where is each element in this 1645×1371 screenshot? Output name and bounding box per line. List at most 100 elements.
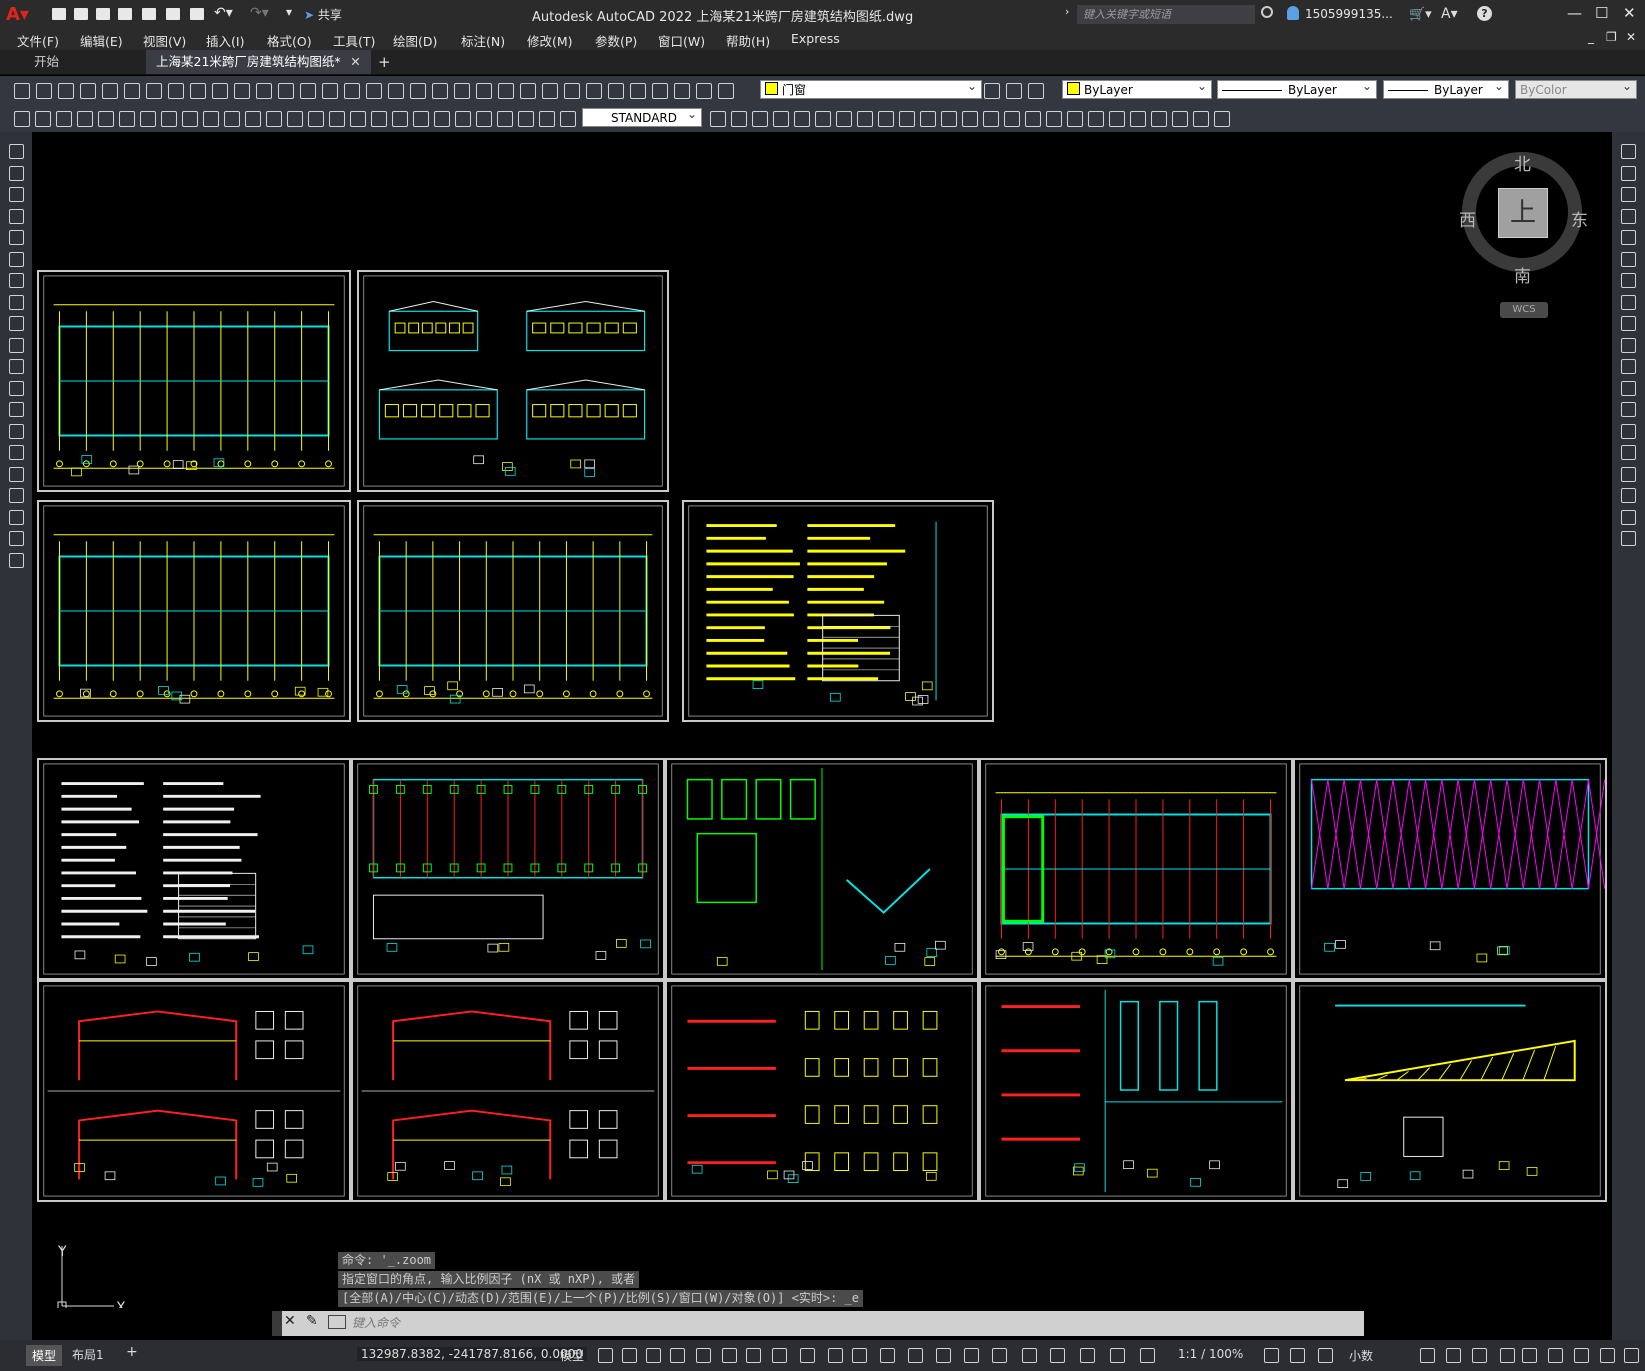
autocad-logo-icon[interactable]: A▾: [6, 4, 29, 25]
standard-tool-icon-2[interactable]: [36, 83, 52, 99]
layer-dropdown[interactable]: 门窗: [760, 77, 982, 99]
standard-tool-icon-31[interactable]: [674, 83, 690, 99]
draw-modify-tool-icon-30[interactable]: [752, 111, 768, 127]
draw-modify-tool-icon-20[interactable]: [413, 111, 429, 127]
standard-tool-icon-10[interactable]: [212, 83, 228, 99]
status-toggle-icon-29[interactable]: [1522, 1348, 1537, 1363]
menu-express[interactable]: Express: [791, 31, 840, 46]
standard-tool-icon-1[interactable]: [14, 83, 30, 99]
menu-file[interactable]: 文件(F): [17, 31, 59, 50]
modify-tool-icon-5[interactable]: [1621, 230, 1636, 245]
modify-tool-icon-14[interactable]: [1621, 423, 1636, 439]
draw-modify-tool-icon-4[interactable]: [77, 111, 93, 127]
save-icon[interactable]: [96, 8, 110, 20]
status-toggle-icon-3[interactable]: [646, 1348, 661, 1363]
modify-tool-icon-2[interactable]: [1621, 165, 1636, 181]
drawing-sheet-frame[interactable]: [979, 758, 1293, 980]
draw-modify-tool-icon-22[interactable]: [455, 111, 471, 127]
status-toggle-icon-5[interactable]: [696, 1348, 711, 1363]
drawing-sheet-detail[interactable]: [665, 758, 979, 980]
viewcube-west[interactable]: 西: [1459, 206, 1476, 231]
search-input[interactable]: 键入关键字或短语: [1077, 5, 1255, 24]
doc-restore-button[interactable]: ❐: [1606, 30, 1617, 44]
modify-tool-icon-7[interactable]: [1621, 273, 1636, 288]
status-toggle-icon-31[interactable]: [1574, 1348, 1589, 1363]
drawing-sheet-plan[interactable]: [37, 270, 351, 492]
draw-modify-tool-icon-12[interactable]: [245, 111, 261, 127]
draw-tool-icon-16[interactable]: [9, 466, 24, 482]
drawing-sheet-plan2[interactable]: [37, 500, 351, 722]
modify-tool-icon-1[interactable]: [1621, 144, 1636, 159]
standard-tool-icon-35[interactable]: [1006, 83, 1022, 99]
draw-modify-tool-icon-10[interactable]: [203, 111, 219, 127]
modify-tool-icon-12[interactable]: [1621, 380, 1636, 396]
model-space-toggle[interactable]: 模型: [560, 1347, 584, 1364]
menu-dimension[interactable]: 标注(N): [461, 31, 505, 50]
modify-tool-icon-15[interactable]: [1621, 445, 1636, 460]
save-as-icon[interactable]: [118, 8, 132, 20]
standard-tool-icon-23[interactable]: [498, 83, 514, 99]
plotstyle-dropdown[interactable]: ByColor: [1515, 77, 1637, 99]
tab-start[interactable]: 开始: [24, 50, 69, 74]
menu-format[interactable]: 格式(O): [267, 31, 312, 50]
draw-modify-tool-icon-2[interactable]: [35, 111, 51, 127]
status-toggle-icon-19[interactable]: [1080, 1348, 1095, 1363]
status-toggle-icon-7[interactable]: [746, 1348, 761, 1363]
draw-modify-tool-icon-52[interactable]: [1214, 111, 1230, 127]
status-toggle-icon-10[interactable]: [828, 1348, 843, 1363]
draw-modify-tool-icon-24[interactable]: [497, 111, 513, 127]
command-grip[interactable]: [272, 1311, 282, 1336]
standard-tool-icon-21[interactable]: [454, 83, 470, 99]
drawing-sheet-notes[interactable]: [682, 500, 994, 722]
standard-tool-icon-3[interactable]: [58, 83, 74, 99]
draw-modify-tool-icon-7[interactable]: [140, 111, 156, 127]
draw-modify-tool-icon-34[interactable]: [836, 111, 852, 127]
modify-tool-icon-16[interactable]: [1621, 466, 1636, 482]
tab-layout1[interactable]: 布局1: [72, 1346, 104, 1363]
draw-modify-tool-icon-36[interactable]: [878, 111, 894, 127]
draw-tool-icon-13[interactable]: [9, 402, 24, 417]
viewcube-east[interactable]: 东: [1571, 206, 1588, 231]
draw-modify-tool-icon-23[interactable]: [476, 111, 492, 127]
draw-tool-icon-7[interactable]: [9, 273, 24, 288]
drawing-sheet-elev[interactable]: [357, 270, 669, 492]
status-toggle-icon-18[interactable]: [1050, 1348, 1065, 1363]
doc-minimize-button[interactable]: _: [1588, 30, 1594, 44]
command-input[interactable]: 键入命令: [352, 1313, 1358, 1333]
draw-modify-tool-icon-6[interactable]: [119, 111, 135, 127]
status-toggle-icon-32[interactable]: [1600, 1348, 1615, 1363]
menu-edit[interactable]: 编辑(E): [80, 31, 123, 50]
status-toggle-icon-15[interactable]: [964, 1348, 979, 1363]
status-toggle-icon-2[interactable]: [622, 1348, 637, 1363]
search-expand-icon[interactable]: ›: [1065, 5, 1069, 18]
draw-modify-tool-icon-37[interactable]: [899, 111, 915, 127]
status-toggle-icon-22[interactable]: [1264, 1348, 1279, 1363]
draw-tool-icon-2[interactable]: [9, 165, 24, 181]
draw-modify-tool-icon-27[interactable]: [560, 111, 576, 127]
standard-tool-icon-9[interactable]: [190, 83, 206, 99]
undo-icon[interactable]: ↶▾: [214, 5, 233, 21]
draw-tool-icon-15[interactable]: [9, 445, 24, 460]
status-toggle-icon-9[interactable]: [800, 1348, 815, 1363]
cart-icon[interactable]: 🛒▾: [1409, 7, 1432, 22]
modify-tool-icon-11[interactable]: [1621, 359, 1636, 374]
draw-tool-icon-6[interactable]: [9, 251, 24, 267]
draw-tool-icon-1[interactable]: [9, 144, 24, 159]
close-button[interactable]: ✕: [1623, 4, 1636, 22]
modify-tool-icon-19[interactable]: [1621, 531, 1636, 546]
standard-tool-icon-28[interactable]: [608, 83, 624, 99]
draw-modify-tool-icon-15[interactable]: [308, 111, 324, 127]
draw-modify-tool-icon-5[interactable]: [98, 111, 114, 127]
menu-modify[interactable]: 修改(M): [527, 31, 573, 50]
status-toggle-icon-27[interactable]: [1472, 1348, 1487, 1363]
status-toggle-icon-25[interactable]: [1420, 1348, 1435, 1363]
draw-tool-icon-10[interactable]: [9, 337, 24, 353]
standard-tool-icon-30[interactable]: [652, 83, 668, 99]
linetype-dropdown[interactable]: ByLayer: [1217, 77, 1377, 99]
draw-modify-tool-icon-29[interactable]: [731, 111, 747, 127]
status-toggle-icon-13[interactable]: [908, 1348, 923, 1363]
draw-modify-tool-icon-49[interactable]: [1151, 111, 1167, 127]
coordinates-readout[interactable]: 132987.8382, -241787.8166, 0.0000: [357, 1347, 587, 1361]
standard-tool-icon-15[interactable]: [322, 83, 338, 99]
share-button[interactable]: ➤ 共享: [304, 6, 342, 23]
